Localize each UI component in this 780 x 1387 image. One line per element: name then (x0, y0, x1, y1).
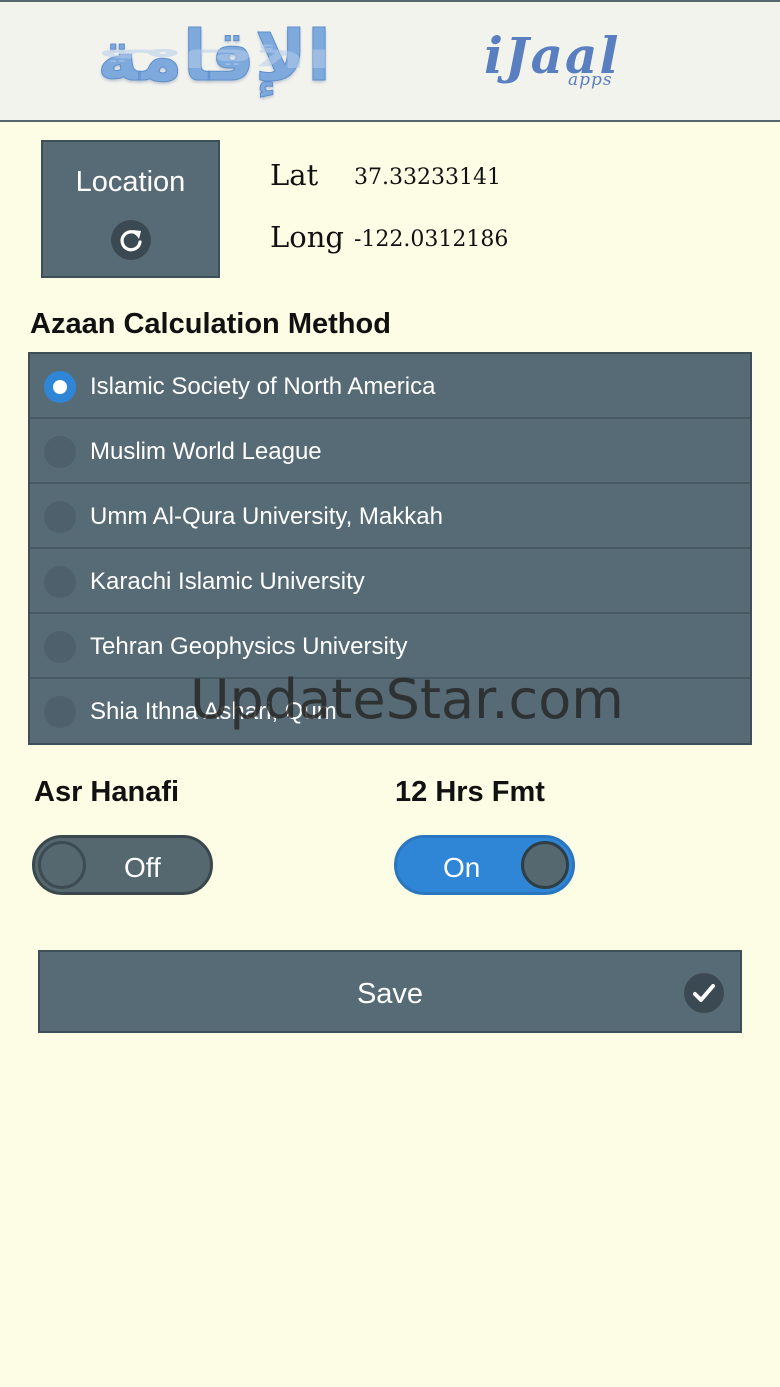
method-option-karachi[interactable]: Karachi Islamic University (30, 549, 750, 614)
radio-unselected-icon (44, 501, 76, 533)
asr-hanafi-label: Asr Hanafi (34, 776, 180, 808)
method-option-label: Muslim World League (90, 438, 322, 465)
brand-logo: iJaal apps (484, 26, 704, 96)
toggle-state-text: Off (124, 852, 161, 883)
lat-value: 37.33233141 (354, 165, 501, 190)
long-value: -122.0312186 (354, 227, 509, 252)
method-option-label: Umm Al-Qura University, Makkah (90, 503, 443, 530)
method-option-umm-al-qura[interactable]: Umm Al-Qura University, Makkah (30, 484, 750, 549)
app-logo-arabic: الإقامة الإقامة (58, 16, 370, 108)
method-option-isna[interactable]: Islamic Society of North America (30, 354, 750, 419)
method-option-label: Karachi Islamic University (90, 568, 365, 595)
location-button-label: Location (75, 166, 186, 198)
method-option-label: Tehran Geophysics University (90, 633, 408, 660)
asr-hanafi-toggle[interactable]: Off (32, 835, 213, 895)
radio-unselected-icon (44, 566, 76, 598)
azaan-method-title: Azaan Calculation Method (30, 308, 391, 340)
logo-arabic-reflection: الإقامة (96, 43, 332, 73)
brand-logo-sub: apps (568, 70, 613, 90)
method-option-mwl[interactable]: Muslim World League (30, 419, 750, 484)
radio-selected-icon (44, 371, 76, 403)
method-option-shia-qum[interactable]: Shia Ithna Ashari, Qum (30, 679, 750, 744)
azaan-method-list: Islamic Society of North America Muslim … (28, 352, 752, 745)
toggle-knob (521, 841, 569, 889)
radio-unselected-icon (44, 696, 76, 728)
method-option-label: Shia Ithna Ashari, Qum (90, 698, 337, 725)
location-button[interactable]: Location (41, 140, 220, 278)
save-button[interactable]: Save (38, 950, 742, 1033)
toggle-state-text: On (443, 852, 481, 883)
save-button-label: Save (356, 978, 424, 1010)
radio-unselected-icon (44, 436, 76, 468)
toggle-knob (38, 841, 86, 889)
app-header: الإقامة الإقامة iJaal apps (0, 0, 780, 122)
method-option-label: Islamic Society of North America (90, 373, 436, 400)
refresh-icon (111, 220, 151, 260)
radio-unselected-icon (44, 631, 76, 663)
checkmark-icon (684, 973, 724, 1013)
hrs-fmt-label: 12 Hrs Fmt (395, 776, 545, 808)
method-option-tehran[interactable]: Tehran Geophysics University (30, 614, 750, 679)
hrs-fmt-toggle[interactable]: On (394, 835, 575, 895)
lat-label: Lat (270, 158, 319, 192)
long-label: Long (270, 220, 344, 254)
